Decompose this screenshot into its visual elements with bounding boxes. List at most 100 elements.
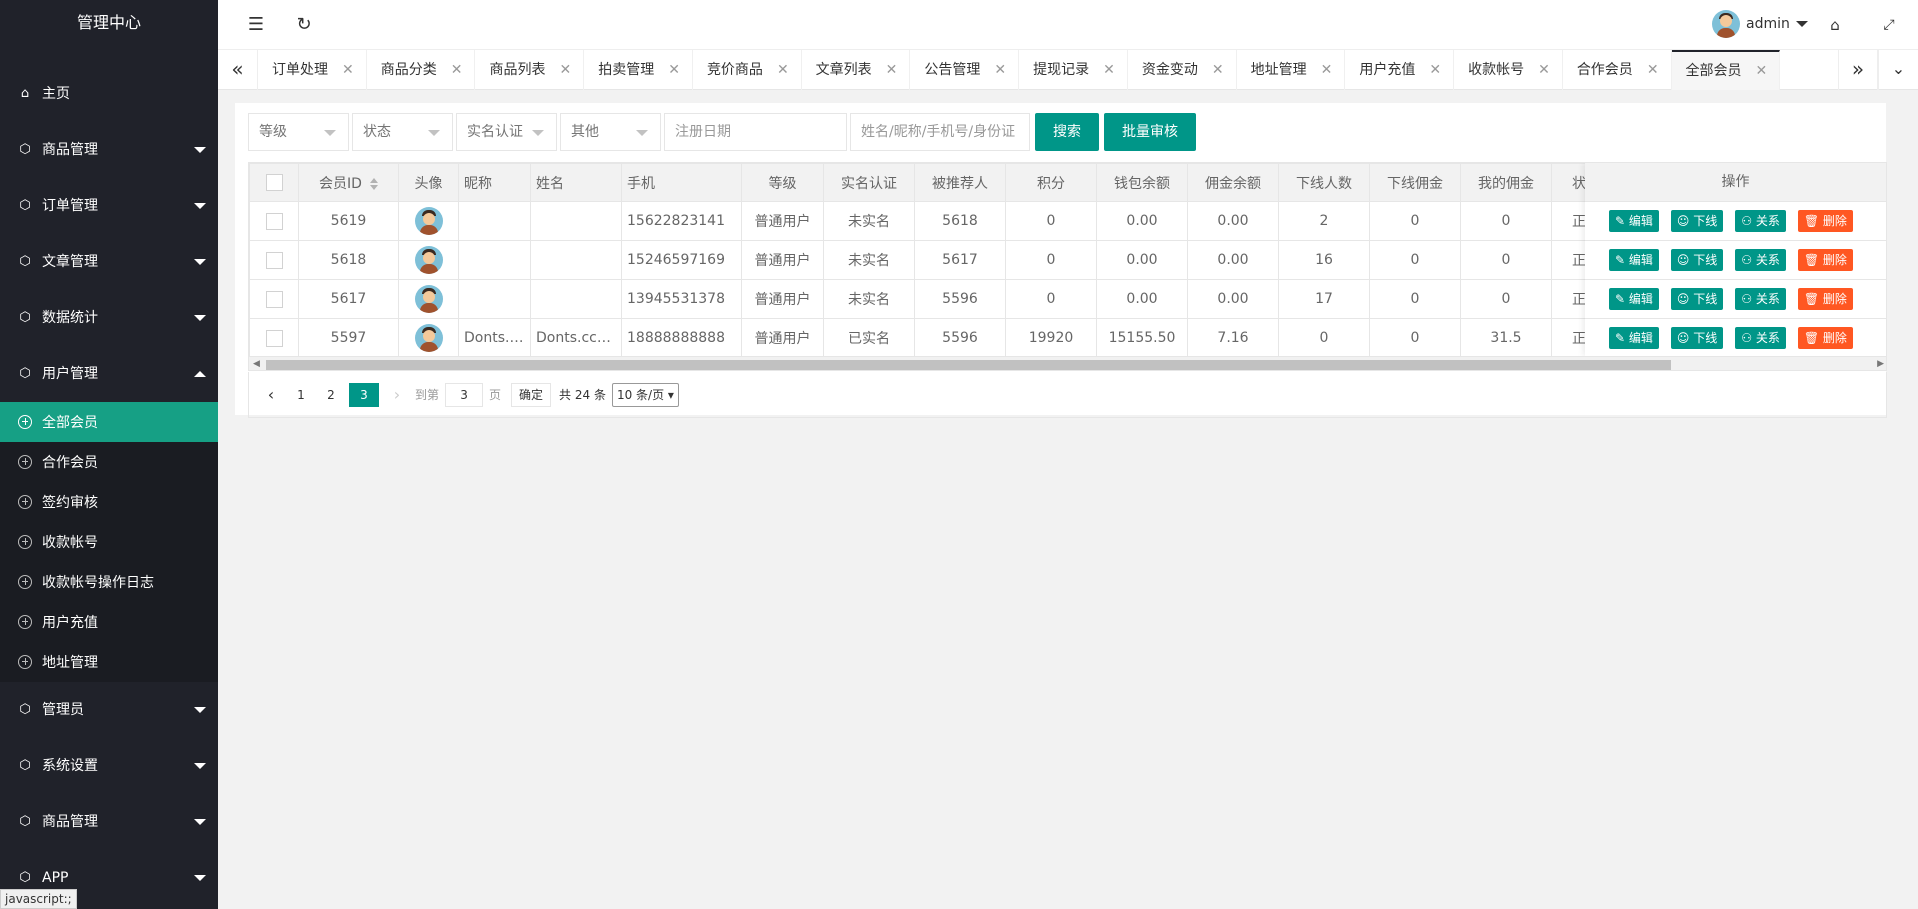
tab-scroll-left-icon[interactable]: « — [218, 50, 258, 90]
cell-down_comm: 0 — [1369, 279, 1461, 319]
cell-phone: 15246597169 — [621, 240, 742, 280]
close-icon[interactable]: ✕ — [777, 50, 789, 90]
close-icon[interactable]: ✕ — [1538, 50, 1550, 90]
sidebar-item-orders[interactable]: ⬡ 订单管理 — [0, 178, 218, 234]
sidebar-subitem-payee-log[interactable]: 收款帐号操作日志 — [0, 562, 218, 602]
scroll-right-arrow-icon[interactable]: ▶ — [1877, 359, 1884, 369]
close-icon[interactable]: ✕ — [886, 50, 898, 90]
tab-payee[interactable]: 收款帐号 ✕ — [1454, 50, 1563, 90]
sidebar-item-admins[interactable]: ⬡ 管理员 — [0, 682, 218, 738]
row-checkbox[interactable] — [265, 251, 283, 269]
sidebar-subitem-recharge[interactable]: 用户充值 — [0, 602, 218, 642]
downline-button[interactable]: ☺ 下线 — [1670, 210, 1724, 232]
batch-review-button[interactable]: 批量审核 — [1104, 113, 1196, 151]
relation-button[interactable]: ⚇ 关系 — [1735, 288, 1786, 310]
edit-button[interactable]: ✎ 编辑 — [1609, 327, 1659, 349]
delete-button[interactable]: 🗑 删除 — [1797, 249, 1853, 271]
tab-goods-category[interactable]: 商品分类 ✕ — [367, 50, 476, 90]
row-checkbox[interactable] — [265, 290, 283, 308]
tag-icon[interactable]: ⌂ — [1824, 14, 1846, 36]
sidebar-subitem-address[interactable]: 地址管理 — [0, 642, 218, 682]
realname-select[interactable]: 实名认证 — [456, 113, 557, 151]
select-all-checkbox[interactable] — [265, 174, 283, 191]
close-icon[interactable]: ✕ — [1321, 50, 1333, 90]
edit-button[interactable]: ✎ 编辑 — [1609, 210, 1659, 232]
tab-auction[interactable]: 拍卖管理 ✕ — [584, 50, 693, 90]
delete-button[interactable]: 🗑 删除 — [1797, 327, 1853, 349]
sidebar-item-settings[interactable]: ⬡ 系统设置 — [0, 738, 218, 794]
row-checkbox[interactable] — [265, 329, 283, 347]
goto-confirm-button[interactable]: 确定 — [511, 382, 552, 407]
user-menu[interactable]: admin — [1712, 10, 1808, 38]
level-select[interactable]: 等级 — [248, 113, 349, 151]
tab-goods-list[interactable]: 商品列表 ✕ — [475, 50, 585, 90]
sidebar-subitem-contract-review[interactable]: 签约审核 — [0, 482, 218, 522]
close-icon[interactable]: ✕ — [1756, 51, 1768, 91]
goto-page-input[interactable]: 3 — [445, 382, 484, 407]
cell-level: 普通用户 — [741, 201, 824, 241]
sidebar-item-home[interactable]: ⌂ 主页 — [0, 66, 218, 122]
other-select[interactable]: 其他 — [560, 113, 661, 151]
sidebar-item-goods[interactable]: ⬡ 商品管理 — [0, 122, 218, 178]
relation-button[interactable]: ⚇ 关系 — [1735, 249, 1786, 271]
page-3-current[interactable]: 3 — [349, 382, 379, 407]
fullscreen-icon[interactable]: ⤢ — [1878, 14, 1900, 36]
next-page-icon[interactable]: › — [385, 383, 409, 407]
sidebar-subitem-all-members[interactable]: 全部会员 — [0, 402, 218, 442]
tab-all-members[interactable]: 全部会员 ✕ — [1671, 50, 1781, 91]
tab-article-list[interactable]: 文章列表 ✕ — [802, 50, 911, 90]
scroll-left-arrow-icon[interactable]: ◀ — [253, 359, 260, 369]
close-icon[interactable]: ✕ — [559, 50, 571, 90]
relation-button[interactable]: ⚇ 关系 — [1735, 210, 1786, 232]
tab-withdraw[interactable]: 提现记录 ✕ — [1019, 50, 1128, 90]
close-icon[interactable]: ✕ — [451, 50, 463, 90]
delete-button[interactable]: 🗑 删除 — [1797, 210, 1853, 232]
refresh-icon[interactable]: ↻ — [293, 14, 315, 36]
sidebar-subitem-partner-members[interactable]: 合作会员 — [0, 442, 218, 482]
register-date-input[interactable]: 注册日期 — [664, 113, 847, 151]
tab-scroll-right-icon[interactable]: » — [1838, 50, 1878, 90]
tab-notice[interactable]: 公告管理 ✕ — [910, 50, 1020, 90]
sidebar-item-goods-2[interactable]: ⬡ 商品管理 — [0, 794, 218, 850]
tab-menu-chevron-down-icon[interactable]: ⌄ — [1878, 50, 1918, 90]
status-select[interactable]: 状态 — [352, 113, 453, 151]
downline-button[interactable]: ☺ 下线 — [1670, 288, 1724, 310]
page-1[interactable]: 1 — [289, 383, 313, 407]
downline-button[interactable]: ☺ 下线 — [1670, 327, 1724, 349]
close-icon[interactable]: ✕ — [1103, 50, 1115, 90]
close-icon[interactable]: ✕ — [1647, 50, 1659, 90]
tab-partner[interactable]: 合作会员 ✕ — [1563, 50, 1672, 90]
tab-orders-process[interactable]: 订单处理 ✕ — [258, 50, 367, 90]
page-2[interactable]: 2 — [319, 383, 343, 407]
edit-button[interactable]: ✎ 编辑 — [1609, 249, 1659, 271]
close-icon[interactable]: ✕ — [1429, 50, 1441, 90]
sidebar-item-stats[interactable]: ⬡ 数据统计 — [0, 290, 218, 346]
tab-bid-goods[interactable]: 竞价商品 ✕ — [693, 50, 802, 90]
page-size-select[interactable]: 10 条/页 ▾ — [611, 382, 679, 407]
tab-recharge[interactable]: 用户充值 ✕ — [1345, 50, 1455, 90]
prev-page-icon[interactable]: ‹ — [259, 383, 283, 407]
close-icon[interactable]: ✕ — [342, 50, 354, 90]
delete-button[interactable]: 🗑 删除 — [1797, 288, 1853, 310]
sidebar-item-articles[interactable]: ⬡ 文章管理 — [0, 234, 218, 290]
menu-fold-icon[interactable]: ☰ — [245, 14, 267, 36]
tab-address[interactable]: 地址管理 ✕ — [1237, 50, 1346, 90]
relation-button[interactable]: ⚇ 关系 — [1735, 327, 1786, 349]
close-icon[interactable]: ✕ — [994, 50, 1006, 90]
sidebar-subitem-payee-accounts[interactable]: 收款帐号 — [0, 522, 218, 562]
edit-button[interactable]: ✎ 编辑 — [1609, 288, 1659, 310]
col-member-id[interactable]: 会员ID — [298, 163, 399, 202]
search-button[interactable]: 搜索 — [1035, 113, 1099, 151]
close-icon[interactable]: ✕ — [1212, 50, 1224, 90]
scrollbar-thumb[interactable] — [266, 360, 1671, 370]
row-checkbox[interactable] — [265, 212, 283, 230]
pagination: ‹ 1 2 3 › 到第 3 页 确定 共 24 条 10 条/页 ▾ — [248, 372, 1887, 418]
downline-button[interactable]: ☺ 下线 — [1670, 249, 1724, 271]
sort-icon[interactable] — [369, 177, 378, 190]
tab-funds[interactable]: 资金变动 ✕ — [1128, 50, 1237, 90]
ops-row: ✎ 编辑 ☺ 下线 ⚇ 关系 🗑 删除 — [1585, 202, 1886, 241]
sidebar-item-users[interactable]: ⬡ 用户管理 — [0, 346, 218, 402]
search-input[interactable]: 姓名/昵称/手机号/身份证 — [850, 113, 1030, 151]
horizontal-scrollbar[interactable]: ◀ ▶ — [249, 356, 1886, 370]
close-icon[interactable]: ✕ — [668, 50, 680, 90]
